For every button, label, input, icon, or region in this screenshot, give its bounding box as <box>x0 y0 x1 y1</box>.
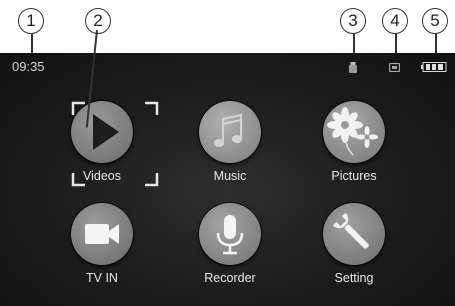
device-screen: 09:35 Videos Music Pictures TV IN Record… <box>0 53 455 306</box>
menu-item-videos[interactable]: Videos <box>47 101 159 187</box>
video-camera-icon <box>85 224 119 244</box>
menu-item-setting[interactable]: Setting <box>299 203 409 285</box>
manual-illustration: 1 2 3 4 5 09:35 Videos Music Pictures TV… <box>0 0 455 306</box>
play-icon <box>93 114 119 150</box>
callout-2: 2 <box>85 8 111 34</box>
tv-in-label: TV IN <box>86 271 118 285</box>
recorder-icon <box>199 203 261 265</box>
callout-5: 5 <box>422 8 448 34</box>
setting-label: Setting <box>334 271 374 285</box>
menu-item-recorder[interactable]: Recorder <box>175 203 285 285</box>
usb-icon <box>349 62 357 73</box>
menu-item-tv-in[interactable]: TV IN <box>47 203 157 285</box>
music-label: Music <box>213 169 247 183</box>
setting-icon <box>323 203 385 265</box>
flower-icon <box>327 107 378 156</box>
callout-3: 3 <box>340 8 366 34</box>
pictures-label: Pictures <box>331 169 377 183</box>
memory-card-icon <box>389 63 400 72</box>
menu-item-pictures[interactable]: Pictures <box>299 101 409 183</box>
menu-item-music[interactable]: Music <box>175 101 285 183</box>
battery-icon <box>421 62 447 72</box>
wrench-icon <box>332 212 369 249</box>
callout-1: 1 <box>18 8 44 34</box>
callout-4: 4 <box>382 8 408 34</box>
music-icon <box>199 101 261 163</box>
pictures-icon <box>323 101 385 163</box>
tv-in-icon <box>71 203 133 265</box>
recorder-label: Recorder <box>204 271 256 285</box>
status-time: 09:35 <box>12 59 45 74</box>
music-note-icon <box>214 113 242 147</box>
microphone-icon <box>216 215 244 255</box>
videos-icon <box>71 101 159 187</box>
